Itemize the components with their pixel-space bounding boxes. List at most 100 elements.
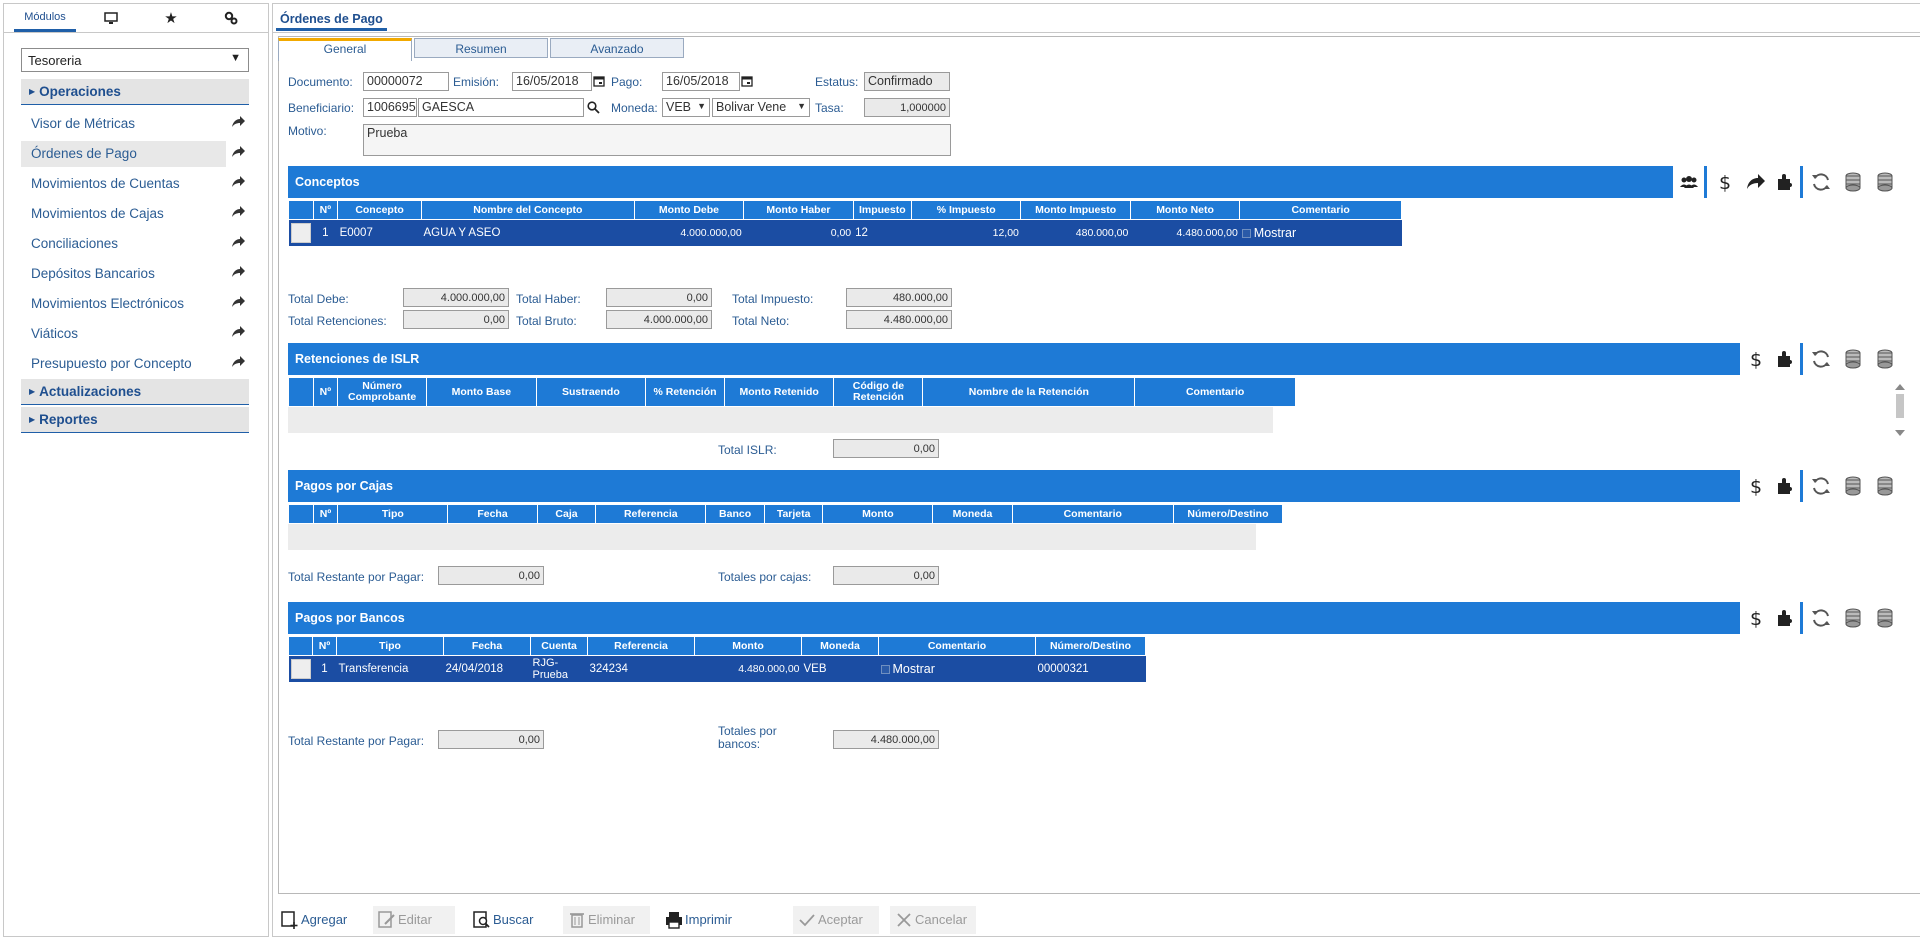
share-arrow-icon[interactable] xyxy=(230,324,246,340)
dollar-icon[interactable]: $ xyxy=(1744,606,1768,630)
puzzle-icon[interactable] xyxy=(1773,606,1797,630)
column-header[interactable]: Nº xyxy=(312,504,339,524)
column-header[interactable]: Número/Destino xyxy=(1035,636,1146,656)
tab-general[interactable]: General xyxy=(278,38,412,61)
column-header[interactable]: Tarjeta xyxy=(763,504,824,524)
refresh-icon[interactable] xyxy=(1809,474,1833,498)
buscar-button[interactable]: Buscar xyxy=(468,906,548,934)
share-arrow-icon[interactable] xyxy=(230,144,246,160)
aceptar-button[interactable]: Aceptar xyxy=(793,906,879,934)
sidebar-item-movimientos-cajas[interactable]: Movimientos de Cajas xyxy=(21,201,226,227)
users-icon[interactable] xyxy=(1677,170,1701,194)
column-header[interactable]: Comentario xyxy=(878,636,1036,656)
imprimir-button[interactable]: Imprimir xyxy=(660,906,748,934)
tab-resumen[interactable]: Resumen xyxy=(414,38,548,58)
tab-avanzado[interactable]: Avanzado xyxy=(550,38,684,58)
share-arrow-icon[interactable] xyxy=(230,294,246,310)
column-header[interactable]: Impuesto xyxy=(852,200,912,220)
share-arrow-icon[interactable] xyxy=(230,114,246,130)
column-header[interactable]: Referencia xyxy=(595,504,707,524)
page-title[interactable]: Órdenes de Pago xyxy=(276,8,387,31)
column-header[interactable]: Moneda xyxy=(801,636,879,656)
row-checkbox[interactable] xyxy=(290,658,311,679)
column-header[interactable]: Banco xyxy=(705,504,765,524)
moneda-select[interactable]: VEB ▼ xyxy=(662,98,710,117)
column-header[interactable]: Monto Debe xyxy=(633,200,745,220)
dollar-icon[interactable]: $ xyxy=(1713,170,1737,194)
column-header[interactable]: Monto Impuesto xyxy=(1020,200,1131,220)
sidebar-item-visor-metricas[interactable]: Visor de Métricas xyxy=(21,111,226,137)
pago-field[interactable]: 16/05/2018 xyxy=(662,72,740,91)
section-operaciones[interactable]: ▶ Operaciones xyxy=(21,79,249,105)
motivo-textarea[interactable]: Prueba xyxy=(363,124,951,156)
column-header[interactable]: Cuenta xyxy=(530,636,588,656)
row-select-cell[interactable] xyxy=(288,219,314,246)
calendar-icon[interactable] xyxy=(593,75,605,87)
column-header[interactable]: Nº xyxy=(312,377,339,407)
puzzle-icon[interactable] xyxy=(1773,347,1797,371)
vertical-scrollbar[interactable] xyxy=(1893,382,1907,438)
dollar-icon[interactable]: $ xyxy=(1744,474,1768,498)
module-select[interactable]: Tesoreria ▼ xyxy=(21,48,249,72)
tab-favorites[interactable]: ★ xyxy=(154,4,188,32)
sidebar-item-movimientos-electronicos[interactable]: Movimientos Electrónicos xyxy=(21,291,226,317)
sidebar-item-depositos[interactable]: Depósitos Bancarios xyxy=(21,261,226,287)
sidebar-item-conciliaciones[interactable]: Conciliaciones xyxy=(21,231,226,257)
column-header[interactable]: % Impuesto xyxy=(910,200,1022,220)
column-header[interactable]: Comentario xyxy=(1239,200,1402,220)
comment-checkbox[interactable] xyxy=(1241,228,1251,238)
share-arrow-icon[interactable] xyxy=(230,234,246,250)
tab-monitor[interactable] xyxy=(94,4,128,32)
cell-comentario[interactable]: Mostrar xyxy=(878,655,1036,682)
agregar-button[interactable]: Agregar xyxy=(276,906,356,934)
database-icon[interactable] xyxy=(1841,347,1865,371)
column-header[interactable]: Monto Neto xyxy=(1129,200,1241,220)
cell-comentario[interactable]: Mostrar xyxy=(1239,219,1402,246)
refresh-icon[interactable] xyxy=(1809,347,1833,371)
column-header[interactable]: Monto Retenido xyxy=(723,377,835,407)
column-header[interactable]: Sustraendo xyxy=(535,377,647,407)
beneficiario-name-field[interactable]: GAESCA xyxy=(418,98,584,117)
column-header[interactable]: Monto Base xyxy=(426,377,537,407)
column-header[interactable]: Caja xyxy=(536,504,597,524)
cancelar-button[interactable]: Cancelar xyxy=(890,906,976,934)
editar-button[interactable]: Editar xyxy=(373,906,455,934)
column-header[interactable]: Comentario xyxy=(1134,377,1296,407)
share-arrow-icon[interactable] xyxy=(230,264,246,280)
moneda-name-select[interactable]: Bolivar Vene ▼ xyxy=(712,98,810,117)
documento-field[interactable]: 00000072 xyxy=(363,72,449,91)
column-header[interactable]: Nombre de la Retención xyxy=(922,377,1136,407)
sidebar-item-presupuesto[interactable]: Presupuesto por Concepto xyxy=(21,351,226,377)
share-arrow-icon[interactable] xyxy=(1744,170,1768,194)
database-icon[interactable] xyxy=(1873,606,1897,630)
table-row[interactable]: 1 E0007 AGUA Y ASEO 4.000.000,00 0,00 12… xyxy=(288,219,1402,246)
eliminar-button[interactable]: Eliminar xyxy=(563,906,650,934)
column-header[interactable]: Número Comprobante xyxy=(337,377,428,407)
tab-modulos[interactable]: Módulos xyxy=(14,4,76,32)
column-header[interactable]: Número/Destino xyxy=(1172,504,1284,524)
sidebar-item-ordenes-pago[interactable]: Órdenes de Pago xyxy=(21,141,226,167)
column-header[interactable]: Tipo xyxy=(336,636,444,656)
dollar-icon[interactable]: $ xyxy=(1744,347,1768,371)
column-header[interactable]: Nº xyxy=(312,200,339,220)
column-header[interactable]: Monto xyxy=(822,504,934,524)
emision-field[interactable]: 16/05/2018 xyxy=(512,72,592,91)
row-checkbox[interactable] xyxy=(290,222,311,243)
comment-checkbox[interactable] xyxy=(880,664,890,674)
refresh-icon[interactable] xyxy=(1809,170,1833,194)
column-header[interactable]: Comentario xyxy=(1011,504,1174,524)
column-header[interactable]: Referencia xyxy=(587,636,695,656)
row-select-cell[interactable] xyxy=(288,655,313,682)
column-header[interactable]: Tipo xyxy=(337,504,449,524)
sidebar-item-viaticos[interactable]: Viáticos xyxy=(21,321,226,347)
share-arrow-icon[interactable] xyxy=(230,204,246,220)
database-icon[interactable] xyxy=(1873,347,1897,371)
column-header[interactable]: Concepto xyxy=(337,200,422,220)
section-reportes[interactable]: ▶ Reportes xyxy=(21,407,249,433)
refresh-icon[interactable] xyxy=(1809,606,1833,630)
database-icon[interactable] xyxy=(1841,606,1865,630)
column-header[interactable]: Nº xyxy=(312,636,337,656)
column-header[interactable]: Moneda xyxy=(932,504,1013,524)
tab-settings[interactable] xyxy=(214,4,248,32)
search-icon[interactable] xyxy=(587,101,600,114)
